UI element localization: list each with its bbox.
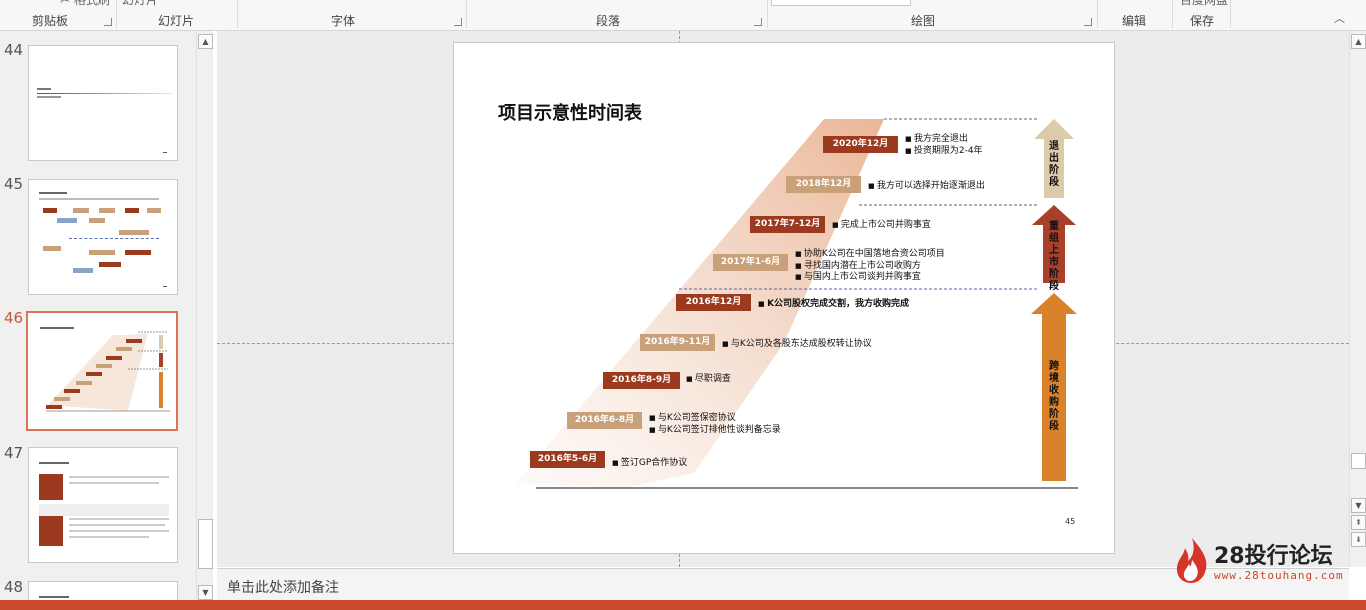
bullet-item: 尽职调查 <box>686 374 731 386</box>
paragraph-launcher-icon[interactable] <box>754 18 762 26</box>
phase-label-relisting: 重组上市阶段 <box>1049 221 1059 292</box>
group-label-slides: 幻灯片 <box>158 14 195 28</box>
slide-canvas[interactable]: 项目示意性时间表 退出阶段 重组上市阶段 跨境收购阶段 2016年5-6月 签订… <box>453 42 1115 554</box>
bullet-item: 投资期限为2-4年 <box>905 146 983 158</box>
slide-thumbnail-46[interactable] <box>26 311 178 431</box>
group-label-paragraph: 段落 <box>596 14 621 28</box>
timeline-bullets: 签订GP合作协议 <box>612 458 687 470</box>
group-label-clipboard: 剪贴板 <box>32 14 69 28</box>
notes-placeholder[interactable]: 单击此处添加备注 <box>227 577 339 597</box>
phase-label-acquisition: 跨境收购阶段 <box>1049 361 1059 432</box>
thumbnails-scrollbar[interactable]: ▲ ▼ <box>196 31 213 600</box>
clipboard-launcher-icon[interactable] <box>104 18 112 26</box>
previous-slide-icon[interactable]: ⇞ <box>1351 515 1366 530</box>
timeline-date[interactable]: 2018年12月 <box>786 176 861 193</box>
timeline-date[interactable]: 2016年12月 <box>676 294 751 311</box>
bullet-item: 协助K公司在中国落地合资公司项目 <box>795 249 945 261</box>
logo-url: www.28touhang.com <box>1214 569 1344 582</box>
thumbnail-number: 48 <box>4 578 24 596</box>
bullet-item: K公司股权完成交割，我方收购完成 <box>758 299 909 311</box>
slide-thumbnails-panel: 44 45 46 47 48 <box>0 31 213 600</box>
drawing-launcher-icon[interactable] <box>1084 18 1092 26</box>
slide-thumbnail-47[interactable] <box>28 447 178 563</box>
ribbon-new-slide-cut[interactable]: 幻灯片 <box>122 0 158 8</box>
ribbon-save-cut[interactable]: 百度网盘 <box>1180 0 1228 8</box>
group-separator <box>237 0 238 28</box>
timeline-date[interactable]: 2016年8-9月 <box>603 372 680 389</box>
thumbnail-number: 47 <box>4 444 24 462</box>
group-label-font: 字体 <box>331 14 356 28</box>
timeline-date[interactable]: 2016年9-11月 <box>640 334 715 351</box>
timeline-date[interactable]: 2016年5-6月 <box>530 451 605 468</box>
watermark-logo: 28投行论坛 www.28touhang.com <box>1170 536 1350 586</box>
thumbnail-number: 44 <box>4 41 24 59</box>
timeline-bullets: 我方完全退出 投资期限为2-4年 <box>905 134 983 157</box>
timeline-bullets: 协助K公司在中国落地合资公司项目 寻找国内潜在上市公司收购方 与国内上市公司谈判… <box>795 249 945 284</box>
logo-text: 28投行论坛 <box>1214 544 1333 569</box>
group-separator <box>1097 0 1098 28</box>
scroll-thumb[interactable] <box>1351 453 1366 469</box>
timeline-bullets: 与K公司及各股东达成股权转让协议 <box>722 339 872 351</box>
timeline-bullets: 与K公司签保密协议 与K公司签订排他性谈判备忘录 <box>649 413 781 436</box>
timeline-bullets: 我方可以选择开始逐渐退出 <box>868 181 985 193</box>
phase-label-exit: 退出阶段 <box>1049 141 1059 188</box>
next-slide-icon[interactable]: ⇟ <box>1351 532 1366 547</box>
group-label-save: 保存 <box>1190 14 1215 28</box>
group-separator <box>1230 0 1231 28</box>
bullet-item: 签订GP合作协议 <box>612 458 687 470</box>
scroll-up-icon[interactable]: ▲ <box>198 34 213 49</box>
bullet-item: 与K公司签保密协议 <box>649 413 781 425</box>
editor-scrollbar[interactable]: ▲ ▼ ⇞ ⇟ <box>1349 31 1366 567</box>
bullet-item: 我方完全退出 <box>905 134 983 146</box>
collapse-ribbon-icon[interactable]: ︿ <box>1334 10 1345 26</box>
timeline-date[interactable]: 2020年12月 <box>823 136 898 153</box>
ribbon: ✂ 格式刷 幻灯片 百度网盘 剪贴板 幻灯片 字体 段落 绘图 编辑 保存 ︿ <box>0 0 1366 31</box>
slide-thumbnail-44[interactable] <box>28 45 178 161</box>
timeline-date[interactable]: 2017年7-12月 <box>750 216 825 233</box>
timeline-bullets: 尽职调查 <box>686 374 731 386</box>
group-separator <box>466 0 467 28</box>
scroll-up-icon[interactable]: ▲ <box>1351 34 1366 49</box>
bullet-item: 我方可以选择开始逐渐退出 <box>868 181 985 193</box>
timeline-date[interactable]: 2017年1-6月 <box>713 254 788 271</box>
scroll-down-icon[interactable]: ▼ <box>198 585 213 600</box>
bullet-item: 与K公司签订排他性谈判备忘录 <box>649 425 781 437</box>
bullet-item: 与国内上市公司谈判并购事宜 <box>795 272 945 284</box>
group-separator <box>1172 0 1173 28</box>
thumbnail-number: 46 <box>4 309 24 327</box>
ribbon-clipboard-cut: ✂ 格式刷 <box>60 0 110 7</box>
timeline-bullets: 完成上市公司并购事宜 <box>832 220 931 232</box>
bullet-item: 寻找国内潜在上市公司收购方 <box>795 261 945 273</box>
font-launcher-icon[interactable] <box>454 18 462 26</box>
slide-thumbnail-48[interactable] <box>28 581 178 600</box>
timeline-bullets: K公司股权完成交割，我方收购完成 <box>758 299 909 311</box>
timeline-graphic <box>516 118 1078 489</box>
shape-gallery[interactable] <box>771 0 911 6</box>
group-label-editing: 编辑 <box>1122 14 1147 28</box>
bullet-item: 与K公司及各股东达成股权转让协议 <box>722 339 872 351</box>
timeline-date[interactable]: 2016年6-8月 <box>567 412 642 429</box>
slide-thumbnail-45[interactable] <box>28 179 178 295</box>
flame-icon <box>1176 538 1207 583</box>
slide-page-number: 45 <box>1065 517 1076 526</box>
group-separator <box>767 0 768 28</box>
thumbnail-number: 45 <box>4 175 24 193</box>
group-label-drawing: 绘图 <box>911 14 936 28</box>
status-bar <box>0 600 1366 610</box>
group-separator <box>116 0 117 28</box>
scroll-down-icon[interactable]: ▼ <box>1351 498 1366 513</box>
scroll-thumb[interactable] <box>198 519 213 569</box>
bullet-item: 完成上市公司并购事宜 <box>832 220 931 232</box>
